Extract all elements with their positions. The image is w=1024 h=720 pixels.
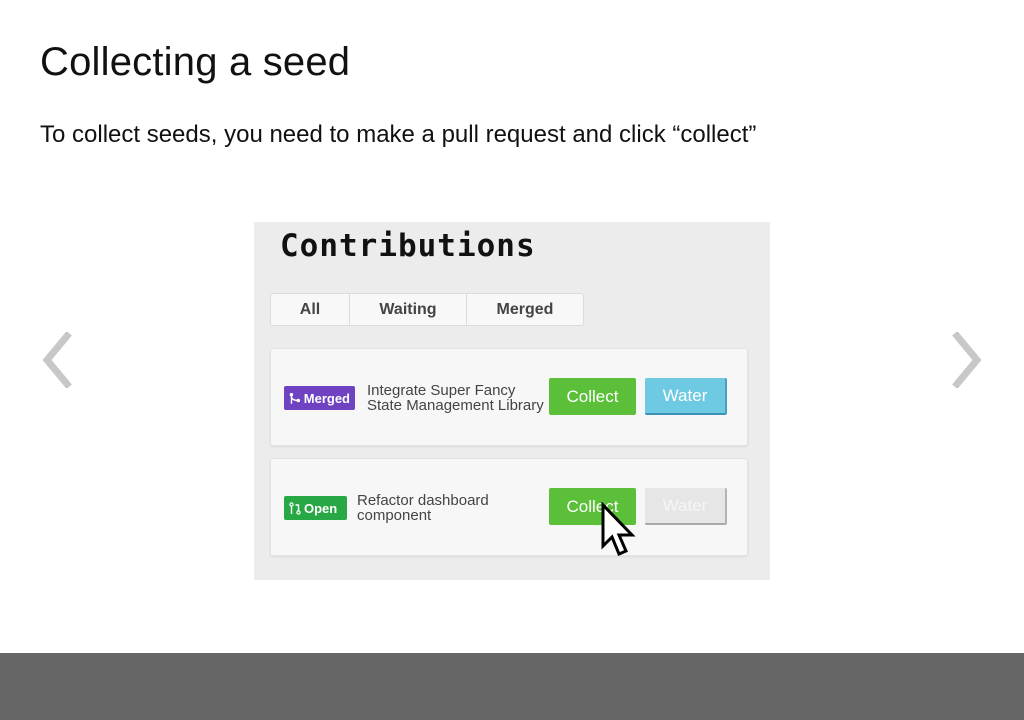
pr-title-line: Integrate Super Fancy [367, 382, 516, 399]
contribution-card-open: Open Refactor dashboard component Collec… [270, 458, 748, 556]
pull-request-icon [289, 501, 301, 515]
next-slide-button[interactable] [948, 330, 988, 390]
pr-title-line: Refactor dashboard [357, 492, 489, 509]
merge-icon [289, 392, 301, 404]
page-title: Collecting a seed [40, 40, 351, 84]
footer-bar [0, 653, 1024, 720]
pr-title-line: State Management Library [367, 397, 544, 414]
collect-button[interactable]: Collect [549, 378, 636, 415]
water-button[interactable]: Water [645, 378, 727, 415]
pr-title: Refactor dashboard component [357, 493, 517, 523]
contributions-title: Contributions [280, 228, 536, 264]
contributions-screenshot: Contributions All Waiting Merged Merged … [254, 222, 770, 580]
status-badge-label: Open [304, 500, 338, 516]
status-badge-merged: Merged [284, 386, 355, 410]
status-badge-label: Merged [303, 390, 350, 406]
chevron-right-icon [952, 332, 982, 388]
page-subtitle: To collect seeds, you need to make a pul… [40, 121, 757, 148]
chevron-left-icon [42, 332, 72, 388]
previous-slide-button[interactable] [36, 330, 76, 390]
tab-waiting[interactable]: Waiting [350, 294, 467, 325]
tab-all[interactable]: All [271, 294, 350, 325]
pr-title-line: component [357, 507, 432, 524]
contribution-tabs: All Waiting Merged [270, 293, 584, 326]
status-badge-open: Open [284, 496, 347, 520]
pr-title: Integrate Super Fancy State Management L… [367, 383, 552, 413]
tab-merged[interactable]: Merged [467, 294, 583, 325]
water-button-disabled: Water [645, 488, 727, 525]
mouse-pointer-icon [601, 502, 636, 556]
contribution-card-merged: Merged Integrate Super Fancy State Manag… [270, 348, 748, 446]
